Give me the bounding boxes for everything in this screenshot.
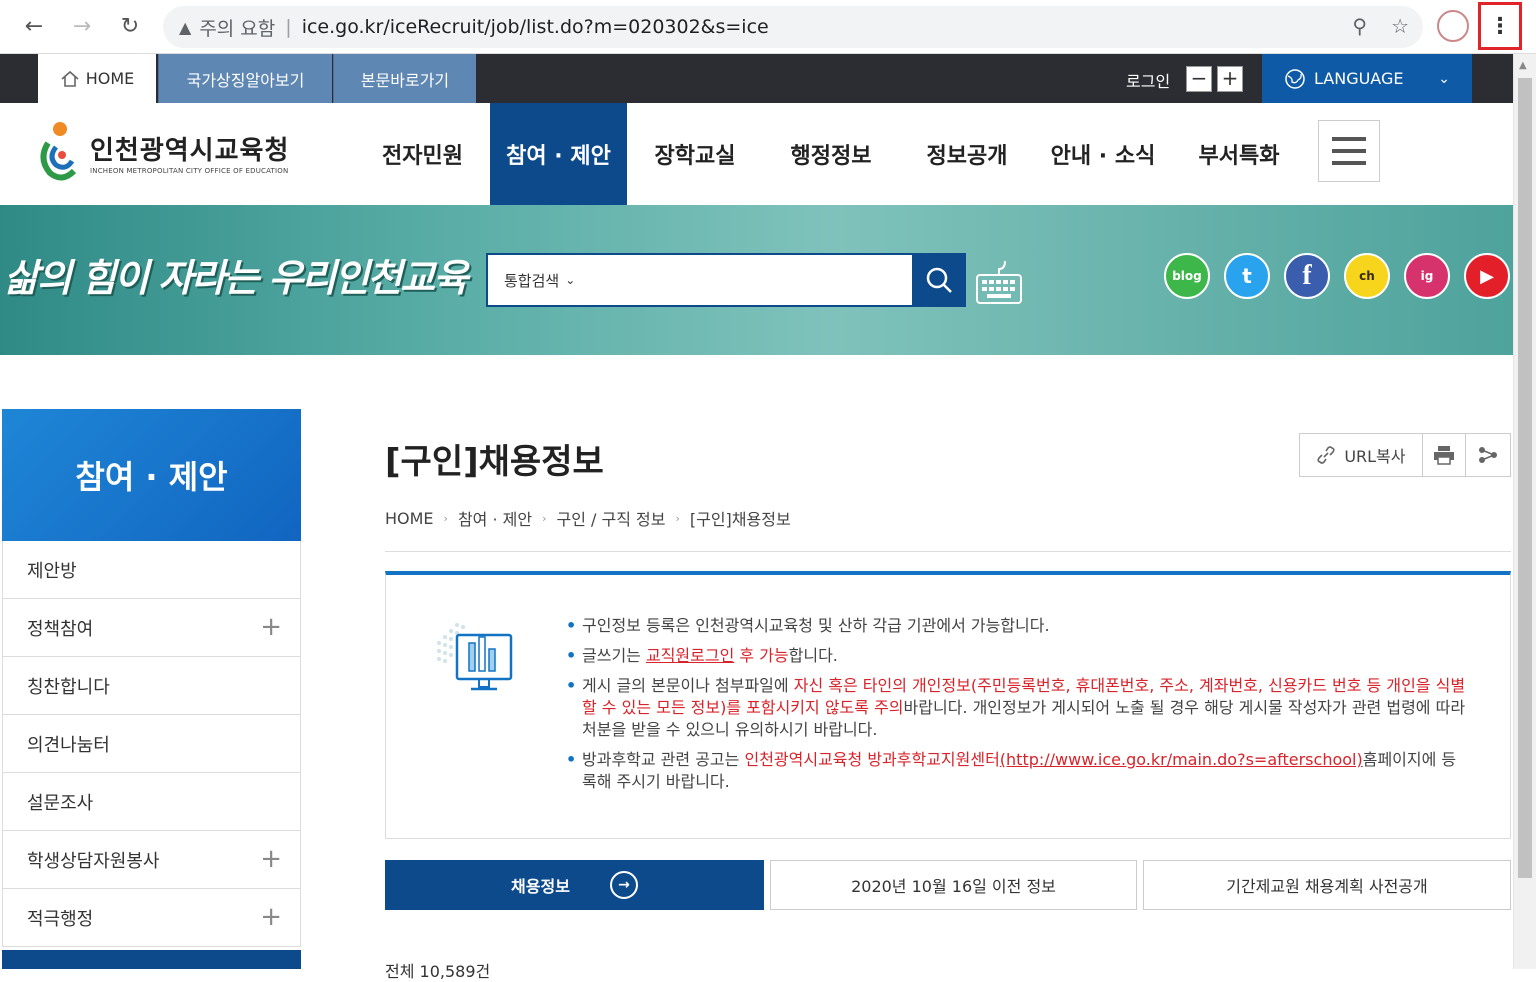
tab-before-2020[interactable]: 2020년 10월 16일 이전 정보	[770, 860, 1137, 910]
search-icon	[926, 267, 952, 293]
national-symbols-link[interactable]: 국가상징알아보기	[158, 54, 332, 103]
expand-plus-icon[interactable]: +	[260, 904, 282, 930]
breadcrumb-jobs[interactable]: 구인 / 구직 정보	[557, 506, 666, 530]
lnb-item-survey[interactable]: 설문조사	[2, 773, 301, 831]
gnb-item-departments[interactable]: 부서특화	[1171, 103, 1307, 205]
staff-login-link[interactable]: 교직원로그인	[646, 646, 734, 665]
address-bar[interactable]: ▲ 주의 요함 | ice.go.kr/iceRecruit/job/list.…	[163, 6, 1423, 48]
utility-bar: HOME 국가상징알아보기 본문바로가기 로그인 − + LANGUAGE ⌄	[0, 54, 1513, 103]
lnb-title: 참여 · 제안	[2, 409, 301, 541]
reload-icon[interactable]: ↻	[114, 10, 146, 42]
logo-title: 인천광역시교육청	[90, 135, 290, 166]
chevron-down-icon: ⌄	[565, 273, 576, 287]
language-selector[interactable]: LANGUAGE ⌄	[1262, 54, 1472, 103]
share-button[interactable]	[1466, 434, 1510, 476]
search-input[interactable]: 통합검색 ⌄	[486, 253, 914, 307]
language-label: LANGUAGE	[1314, 69, 1404, 88]
chevron-right-icon: ›	[675, 511, 680, 525]
total-count: 전체 10,589건	[385, 962, 491, 981]
share-icon	[1479, 447, 1498, 463]
gnb-item-admin-info[interactable]: 행정정보	[763, 103, 899, 205]
notice-item: 구인정보 등록은 인천광역시교육청 및 산하 각급 기관에서 가능합니다.	[564, 615, 1469, 637]
gnb-item-epetition[interactable]: 전자민원	[355, 103, 490, 205]
arrow-right-circle-icon: →	[609, 871, 638, 899]
lnb-item-proposal[interactable]: 제안방	[2, 541, 301, 599]
computer-chart-icon	[437, 623, 513, 691]
logo-mark-icon	[40, 122, 77, 181]
profile-avatar[interactable]	[1437, 10, 1469, 42]
link-icon	[1317, 446, 1335, 464]
notice-box: 구인정보 등록은 인천광역시교육청 및 산하 각급 기관에서 가능합니다. 글쓰…	[385, 571, 1511, 839]
tab-contract-plan[interactable]: 기간제교원 채용계획 사전공개	[1143, 860, 1511, 910]
lnb-item-active-admin[interactable]: 적극행정 +	[2, 889, 301, 947]
notice-list: 구인정보 등록은 인천광역시교육청 및 산하 각급 기관에서 가능합니다. 글쓰…	[564, 615, 1469, 801]
site-header: 인천광역시교육청 INCHEON METROPOLITAN CITY OFFIC…	[0, 103, 1513, 205]
youtube-icon[interactable]: ▶	[1464, 253, 1510, 299]
lnb-item-praise[interactable]: 칭찬합니다	[2, 657, 301, 715]
url-copy-label: URL복사	[1344, 447, 1406, 466]
expand-plus-icon[interactable]: +	[260, 614, 282, 640]
chevron-right-icon: ›	[443, 511, 448, 525]
forward-icon[interactable]: →	[66, 10, 98, 42]
back-icon[interactable]: ←	[18, 10, 50, 42]
hero-banner: 삶의 힘이 자라는 우리인천교육 통합검색 ⌄ blog t f ch ig ▶	[0, 205, 1513, 355]
browser-menu-icon[interactable]: ⋮	[1478, 2, 1522, 50]
breadcrumb-current: [구인]채용정보	[689, 510, 791, 529]
login-link[interactable]: 로그인	[1126, 68, 1170, 92]
afterschool-link[interactable]: (http://www.ice.go.kr/main.do?s=aftersch…	[1000, 750, 1363, 769]
globe-icon	[1285, 68, 1305, 89]
zoom-out-button[interactable]: −	[1186, 66, 1212, 92]
skip-to-content-link[interactable]: 본문바로가기	[333, 54, 476, 103]
gnb-item-disclosure[interactable]: 정보공개	[899, 103, 1035, 205]
virtual-keyboard-icon[interactable]	[975, 259, 1023, 305]
gnb-item-scholarship[interactable]: 장학교실	[627, 103, 763, 205]
url-copy-button[interactable]: URL복사	[1300, 434, 1423, 476]
lnb-item-counseling[interactable]: 학생상담자원봉사 +	[2, 831, 301, 889]
notice-item: 방과후학교 관련 공고는 인천광역시교육청 방과후학교지원센터(http://w…	[564, 749, 1469, 793]
gnb-item-news[interactable]: 안내 · 소식	[1035, 103, 1171, 205]
search-button[interactable]	[912, 253, 966, 307]
blog-icon[interactable]: blog	[1164, 253, 1210, 299]
breadcrumb: HOME › 참여 · 제안 › 구인 / 구직 정보 › [구인]채용정보	[385, 506, 791, 530]
twitter-icon[interactable]: t	[1224, 253, 1270, 299]
home-link[interactable]: HOME	[38, 54, 156, 103]
scroll-thumb[interactable]	[1518, 78, 1532, 878]
notice-item: 글쓰기는 교직원로그인 후 가능합니다.	[564, 645, 1469, 667]
kakao-channel-icon[interactable]: ch	[1344, 253, 1390, 299]
facebook-icon[interactable]: f	[1284, 253, 1330, 299]
all-menu-button[interactable]	[1318, 120, 1380, 182]
search-category-select[interactable]: 통합검색	[504, 270, 559, 291]
zoom-icon[interactable]: ⚲	[1352, 14, 1367, 38]
page-tools: URL복사	[1299, 433, 1511, 477]
expand-plus-icon[interactable]: +	[260, 846, 282, 872]
breadcrumb-participation[interactable]: 참여 · 제안	[458, 506, 532, 530]
chevron-right-icon: ›	[542, 511, 547, 525]
print-icon	[1434, 446, 1455, 465]
site-logo[interactable]: 인천광역시교육청 INCHEON METROPOLITAN CITY OFFIC…	[36, 121, 289, 183]
scroll-up-icon[interactable]: ▲	[1519, 60, 1527, 71]
breadcrumb-home[interactable]: HOME	[385, 509, 434, 528]
logo-subtitle: INCHEON METROPOLITAN CITY OFFICE OF EDUC…	[90, 166, 289, 175]
security-label: 주의 요함	[199, 17, 276, 40]
browser-toolbar: ← → ↻ ▲ 주의 요함 | ice.go.kr/iceRecruit/job…	[0, 0, 1536, 54]
zoom-in-button[interactable]: +	[1217, 66, 1243, 92]
tab-job-info[interactable]: 채용정보 →	[385, 860, 764, 910]
url-text: ice.go.kr/iceRecruit/job/list.do?m=02030…	[301, 16, 769, 38]
print-button[interactable]	[1423, 434, 1467, 476]
warning-icon: ▲	[179, 17, 192, 37]
lnb-item-opinion[interactable]: 의견나눔터	[2, 715, 301, 773]
chevron-down-icon: ⌄	[1438, 70, 1450, 87]
lnb-item-policy[interactable]: 정책참여 +	[2, 599, 301, 657]
bookmark-star-icon[interactable]: ☆	[1391, 14, 1409, 38]
home-label: HOME	[85, 69, 135, 88]
page-scrollbar[interactable]: ▲	[1513, 54, 1536, 969]
page-title: [구인]채용정보	[385, 442, 604, 482]
gnb-item-participation[interactable]: 참여 · 제안	[490, 103, 627, 205]
instagram-icon[interactable]: ig	[1404, 253, 1450, 299]
notice-item: 게시 글의 본문이나 첨부파일에 자신 혹은 타인의 개인정보(주민등록번호, …	[564, 675, 1469, 741]
lnb-item-active[interactable]	[2, 950, 301, 969]
banner-slogan: 삶의 힘이 자라는 우리인천교육	[4, 255, 468, 300]
home-icon	[61, 70, 79, 87]
